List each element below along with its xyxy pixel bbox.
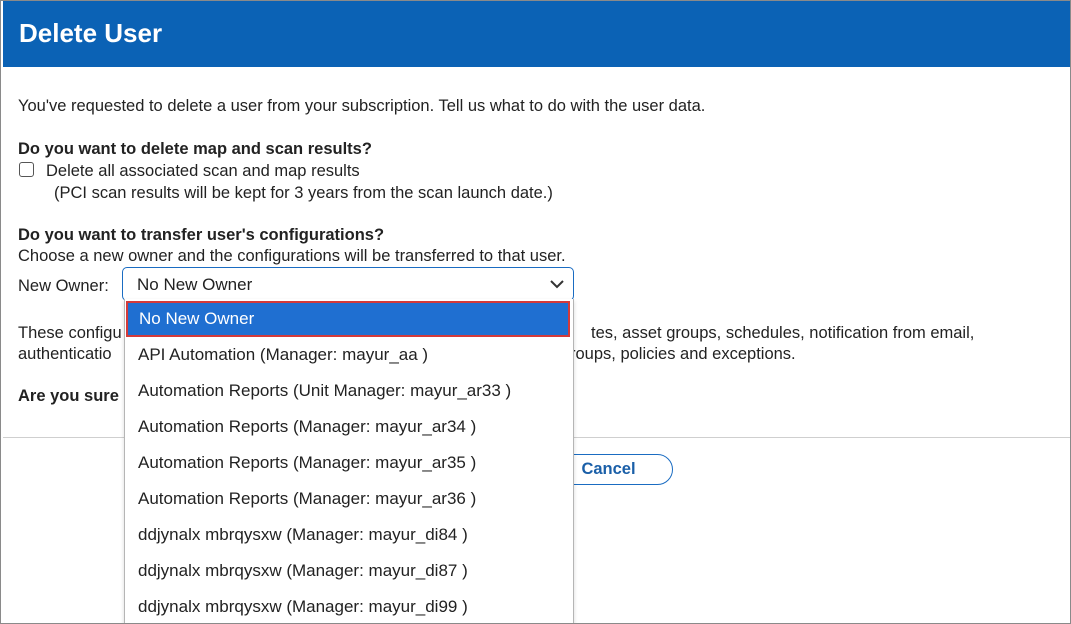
new-owner-select[interactable]: No New Owner <box>122 267 574 301</box>
transfer-section-heading: Do you want to transfer user's configura… <box>18 226 385 244</box>
delete-user-dialog: Delete User You've requested to delete a… <box>0 0 1071 624</box>
dropdown-option[interactable]: Automation Reports (Manager: mayur_ar35 … <box>125 445 573 481</box>
transfer-description: Choose a new owner and the configuration… <box>18 247 566 265</box>
dropdown-option[interactable]: ddjynalx mbrqysxw (Manager: mayur_di99 ) <box>125 589 573 623</box>
delete-results-checkbox[interactable] <box>19 162 34 177</box>
intro-text: You've requested to delete a user from y… <box>18 97 706 115</box>
dropdown-option[interactable]: API Automation (Manager: mayur_aa ) <box>125 337 573 373</box>
configs-text-line1-left: These configu <box>18 324 122 342</box>
delete-results-checkbox-label[interactable]: Delete all associated scan and map resul… <box>46 161 360 182</box>
chevron-down-icon <box>550 280 564 289</box>
new-owner-label: New Owner: <box>18 277 109 295</box>
dropdown-option-no-new-owner[interactable]: No New Owner <box>126 301 570 337</box>
configs-text-line2-left: authenticatio <box>18 345 112 363</box>
dropdown-option[interactable]: Automation Reports (Unit Manager: mayur_… <box>125 373 573 409</box>
dropdown-option[interactable]: Automation Reports (Manager: mayur_ar36 … <box>125 481 573 517</box>
dropdown-option[interactable]: ddjynalx mbrqysxw (Manager: mayur_di84 ) <box>125 517 573 553</box>
confirm-question: Are you sure <box>18 387 119 405</box>
new-owner-dropdown-list[interactable]: No New Owner API Automation (Manager: ma… <box>124 299 574 623</box>
delete-section-heading: Do you want to delete map and scan resul… <box>18 140 372 158</box>
new-owner-selected-value: No New Owner <box>137 275 253 294</box>
dialog-header: Delete User <box>3 1 1070 67</box>
cancel-button-label: Cancel <box>581 460 636 478</box>
configs-text-line1-right: tes, asset groups, schedules, notificati… <box>591 324 975 342</box>
dropdown-option[interactable]: ddjynalx mbrqysxw (Manager: mayur_di87 ) <box>125 553 573 589</box>
dialog-title: Delete User <box>19 18 163 48</box>
pci-retention-note: (PCI scan results will be kept for 3 yea… <box>54 184 553 202</box>
configs-text-line2-right: roups, policies and exceptions. <box>570 345 796 363</box>
dropdown-option[interactable]: Automation Reports (Manager: mayur_ar34 … <box>125 409 573 445</box>
